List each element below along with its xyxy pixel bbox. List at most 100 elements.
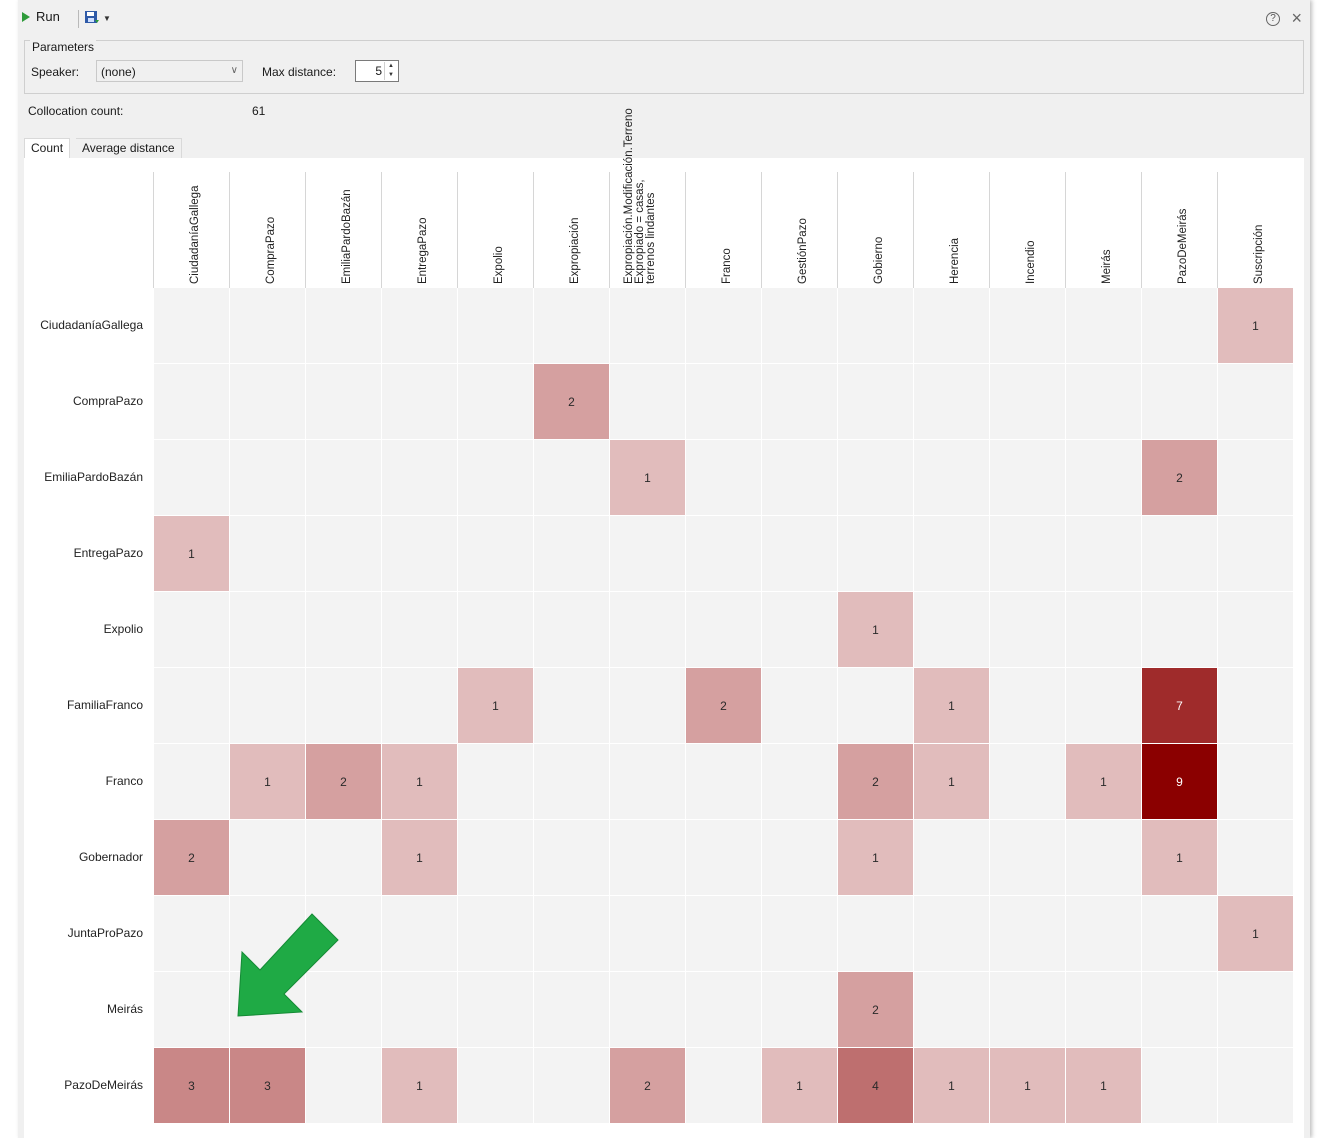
matrix-cell[interactable] bbox=[1142, 288, 1217, 363]
matrix-cell[interactable] bbox=[534, 440, 609, 515]
matrix-cell[interactable]: 1 bbox=[458, 668, 533, 743]
matrix-cell[interactable] bbox=[1218, 972, 1293, 1047]
matrix-cell[interactable] bbox=[382, 896, 457, 971]
matrix-cell[interactable] bbox=[534, 896, 609, 971]
matrix-cell[interactable] bbox=[534, 288, 609, 363]
matrix-cell[interactable] bbox=[990, 440, 1065, 515]
matrix-cell[interactable] bbox=[230, 668, 305, 743]
matrix-cell[interactable] bbox=[686, 364, 761, 439]
matrix-cell[interactable] bbox=[762, 744, 837, 819]
matrix-cell[interactable] bbox=[306, 668, 381, 743]
matrix-cell[interactable] bbox=[154, 896, 229, 971]
matrix-cell[interactable] bbox=[458, 972, 533, 1047]
max-distance-stepper[interactable]: 5 ▲ ▼ bbox=[355, 60, 399, 82]
matrix-cell[interactable]: 1 bbox=[838, 592, 913, 667]
matrix-cell[interactable] bbox=[914, 592, 989, 667]
matrix-cell[interactable] bbox=[686, 592, 761, 667]
matrix-cell[interactable] bbox=[1066, 896, 1141, 971]
matrix-cell[interactable]: 2 bbox=[306, 744, 381, 819]
matrix-cell[interactable] bbox=[914, 516, 989, 591]
spin-down-icon[interactable]: ▼ bbox=[385, 71, 397, 80]
matrix-cell[interactable]: 2 bbox=[838, 744, 913, 819]
matrix-cell[interactable] bbox=[762, 516, 837, 591]
matrix-cell[interactable] bbox=[686, 744, 761, 819]
matrix-cell[interactable] bbox=[1142, 1048, 1217, 1123]
matrix-cell[interactable] bbox=[534, 592, 609, 667]
matrix-cell[interactable]: 3 bbox=[154, 1048, 229, 1123]
matrix-cell[interactable] bbox=[990, 592, 1065, 667]
matrix-cell[interactable] bbox=[914, 364, 989, 439]
matrix-cell[interactable] bbox=[686, 440, 761, 515]
close-icon[interactable]: × bbox=[1291, 8, 1302, 29]
matrix-cell[interactable]: 1 bbox=[382, 744, 457, 819]
matrix-cell[interactable] bbox=[610, 592, 685, 667]
matrix-cell[interactable] bbox=[1066, 364, 1141, 439]
matrix-cell[interactable]: 1 bbox=[990, 1048, 1065, 1123]
matrix-cell[interactable] bbox=[1066, 972, 1141, 1047]
matrix-cell[interactable] bbox=[306, 592, 381, 667]
matrix-cell[interactable]: 4 bbox=[838, 1048, 913, 1123]
matrix-cell[interactable] bbox=[914, 972, 989, 1047]
matrix-cell[interactable]: 1 bbox=[838, 820, 913, 895]
matrix-cell[interactable] bbox=[838, 516, 913, 591]
matrix-cell[interactable] bbox=[306, 820, 381, 895]
matrix-cell[interactable]: 1 bbox=[1142, 820, 1217, 895]
matrix-cell[interactable] bbox=[534, 668, 609, 743]
matrix-cell[interactable]: 1 bbox=[1218, 288, 1293, 363]
tab-count[interactable]: Count bbox=[24, 138, 71, 160]
matrix-cell[interactable]: 2 bbox=[534, 364, 609, 439]
matrix-cell[interactable] bbox=[154, 440, 229, 515]
matrix-cell[interactable] bbox=[1218, 440, 1293, 515]
matrix-cell[interactable] bbox=[458, 592, 533, 667]
matrix-cell[interactable] bbox=[990, 364, 1065, 439]
matrix-cell[interactable] bbox=[230, 516, 305, 591]
matrix-cell[interactable] bbox=[610, 668, 685, 743]
matrix-cell[interactable] bbox=[762, 364, 837, 439]
matrix-cell[interactable] bbox=[458, 516, 533, 591]
matrix-cell[interactable]: 2 bbox=[154, 820, 229, 895]
matrix-cell[interactable] bbox=[1066, 820, 1141, 895]
matrix-cell[interactable]: 1 bbox=[382, 1048, 457, 1123]
matrix-cell[interactable] bbox=[534, 1048, 609, 1123]
matrix-cell[interactable] bbox=[762, 288, 837, 363]
matrix-cell[interactable] bbox=[382, 972, 457, 1047]
matrix-cell[interactable]: 1 bbox=[382, 820, 457, 895]
matrix-cell[interactable] bbox=[458, 1048, 533, 1123]
matrix-cell[interactable] bbox=[458, 820, 533, 895]
matrix-cell[interactable] bbox=[534, 972, 609, 1047]
matrix-cell[interactable] bbox=[1142, 592, 1217, 667]
matrix-cell[interactable] bbox=[1066, 516, 1141, 591]
matrix-cell[interactable] bbox=[762, 668, 837, 743]
matrix-cell[interactable] bbox=[610, 288, 685, 363]
matrix-cell[interactable] bbox=[306, 516, 381, 591]
matrix-cell[interactable]: 2 bbox=[1142, 440, 1217, 515]
matrix-cell[interactable] bbox=[1218, 1048, 1293, 1123]
matrix-cell[interactable] bbox=[762, 820, 837, 895]
matrix-cell[interactable] bbox=[610, 820, 685, 895]
matrix-cell[interactable] bbox=[838, 440, 913, 515]
matrix-cell[interactable] bbox=[762, 972, 837, 1047]
matrix-cell[interactable] bbox=[458, 744, 533, 819]
matrix-cell[interactable] bbox=[686, 516, 761, 591]
help-icon[interactable]: ? bbox=[1266, 12, 1280, 26]
matrix-cell[interactable] bbox=[1142, 896, 1217, 971]
matrix-cell[interactable] bbox=[686, 288, 761, 363]
matrix-cell[interactable] bbox=[230, 820, 305, 895]
matrix-cell[interactable] bbox=[990, 820, 1065, 895]
matrix-cell[interactable] bbox=[610, 744, 685, 819]
matrix-cell[interactable] bbox=[382, 288, 457, 363]
matrix-cell[interactable] bbox=[838, 364, 913, 439]
matrix-cell[interactable] bbox=[610, 516, 685, 591]
matrix-cell[interactable] bbox=[382, 668, 457, 743]
matrix-cell[interactable] bbox=[1066, 440, 1141, 515]
matrix-cell[interactable] bbox=[686, 820, 761, 895]
matrix-cell[interactable] bbox=[1218, 668, 1293, 743]
matrix-cell[interactable] bbox=[382, 440, 457, 515]
matrix-cell[interactable] bbox=[1066, 592, 1141, 667]
matrix-cell[interactable] bbox=[154, 744, 229, 819]
matrix-cell[interactable]: 1 bbox=[1218, 896, 1293, 971]
matrix-cell[interactable]: 1 bbox=[230, 744, 305, 819]
matrix-cell[interactable]: 1 bbox=[1066, 1048, 1141, 1123]
matrix-cell[interactable] bbox=[1218, 592, 1293, 667]
matrix-cell[interactable] bbox=[990, 516, 1065, 591]
